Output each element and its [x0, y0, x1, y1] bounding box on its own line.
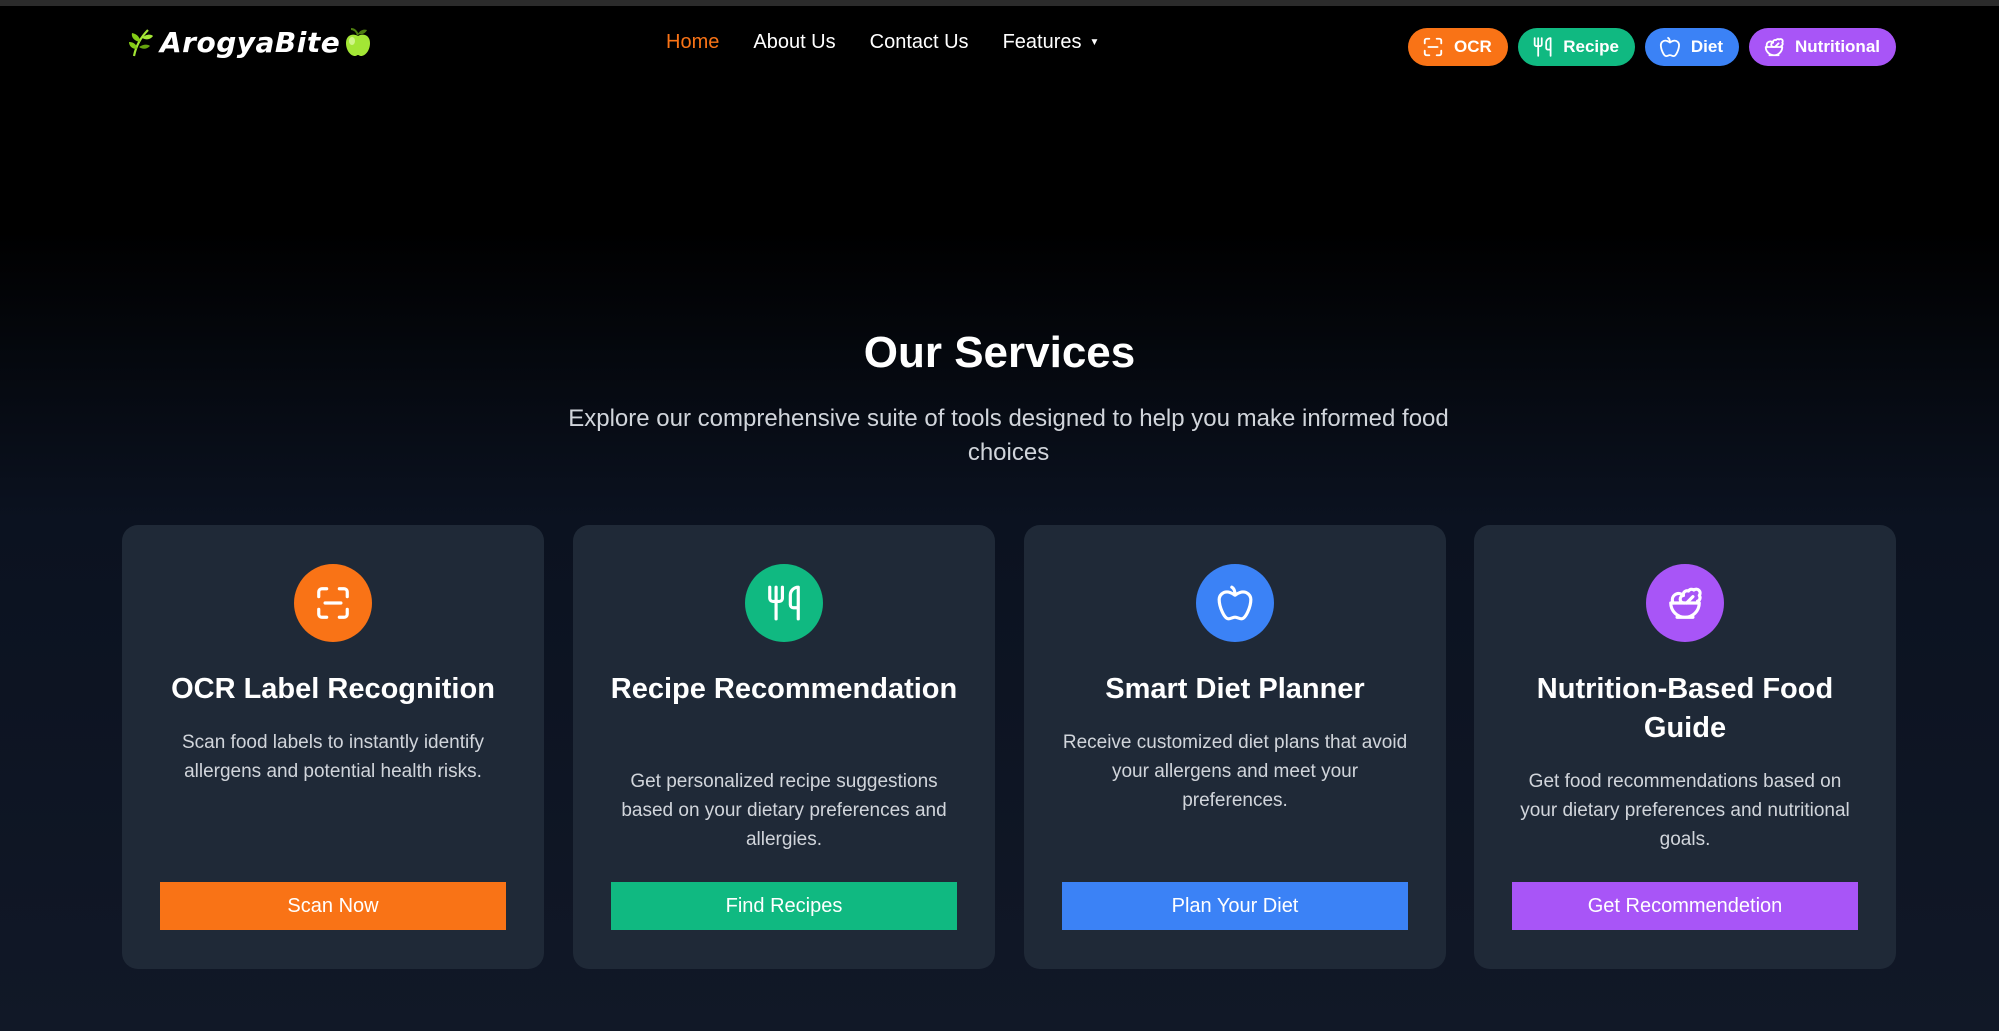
- service-card-title: OCR Label Recognition: [171, 673, 495, 705]
- nav-features-label: Features: [1002, 30, 1082, 53]
- chevron-down-icon: ▼: [1089, 36, 1100, 48]
- scan-icon: [317, 587, 349, 619]
- get-recommendation-button[interactable]: Get Recommendetion: [1512, 882, 1858, 930]
- services-title: Our Services: [863, 328, 1136, 377]
- pill-diet-label: Diet: [1690, 37, 1723, 56]
- apple-icon: [1659, 36, 1680, 58]
- service-card-description: Get food recommendations based on your d…: [1520, 771, 1850, 850]
- navbar: ArogyaBite Home About Us Contact Us Feat…: [0, 6, 1999, 76]
- service-card-title: Nutrition-Based Food Guide: [1536, 673, 1834, 744]
- salad-icon: [1764, 38, 1784, 57]
- nav-link-about-us[interactable]: About Us: [753, 31, 835, 54]
- utensils-icon: [1533, 37, 1552, 57]
- find-recipes-button[interactable]: Find Recipes: [611, 882, 957, 930]
- scan-icon: [1423, 37, 1443, 57]
- feature-pill-group: OCR Recipe Diet Nutritional: [1408, 28, 1896, 66]
- service-card-diet: Smart Diet Planner Receive customized di…: [1024, 525, 1446, 969]
- service-card-recipe: Recipe Recommendation Get personalized r…: [573, 525, 995, 969]
- nav-link-contact-us[interactable]: Contact Us: [870, 31, 969, 54]
- pill-recipe-label: Recipe: [1563, 37, 1619, 56]
- scan-now-button[interactable]: Scan Now: [160, 882, 506, 930]
- pill-recipe-button[interactable]: Recipe: [1518, 28, 1635, 66]
- pill-nutritional-button[interactable]: Nutritional: [1749, 28, 1896, 66]
- services-subtitle: Explore our comprehensive suite of tools…: [568, 405, 1449, 466]
- pill-nutritional-label: Nutritional: [1795, 37, 1880, 56]
- brand-name: ArogyaBite: [160, 25, 341, 59]
- salad-icon: [1669, 587, 1702, 619]
- nav-features-dropdown[interactable]: Features ▼: [1003, 31, 1100, 54]
- service-card-icon-badge: [1646, 564, 1724, 642]
- service-card-icon-badge: [1196, 564, 1274, 642]
- plan-your-diet-button[interactable]: Plan Your Diet: [1062, 882, 1408, 930]
- service-card-icon-badge: [745, 564, 823, 642]
- service-card-description: Receive customized diet plans that avoid…: [1062, 732, 1408, 811]
- service-card-ocr: OCR Label Recognition Scan food labels t…: [122, 525, 544, 969]
- service-card-description: Get personalized recipe suggestions base…: [621, 771, 947, 850]
- brand-logo[interactable]: ArogyaBite: [126, 24, 374, 60]
- pill-ocr-button[interactable]: OCR: [1408, 28, 1508, 66]
- service-card-title: Recipe Recommendation: [610, 673, 958, 705]
- utensils-icon: [768, 585, 800, 621]
- pill-ocr-label: OCR: [1454, 37, 1492, 56]
- pill-diet-button[interactable]: Diet: [1645, 28, 1739, 66]
- service-card-icon-badge: [294, 564, 372, 642]
- leaf-icon: [129, 29, 153, 57]
- service-card-description: Scan food labels to instantly identify a…: [181, 732, 485, 782]
- service-card-title: Smart Diet Planner: [1105, 673, 1365, 705]
- service-card-nutrition: Nutrition-Based Food Guide Get food reco…: [1474, 525, 1896, 969]
- green-apple-icon: [346, 28, 371, 56]
- apple-icon: [1217, 585, 1253, 621]
- main-menu: Home About Us Contact Us Features ▼: [666, 28, 1133, 56]
- nav-link-home[interactable]: Home: [666, 31, 719, 54]
